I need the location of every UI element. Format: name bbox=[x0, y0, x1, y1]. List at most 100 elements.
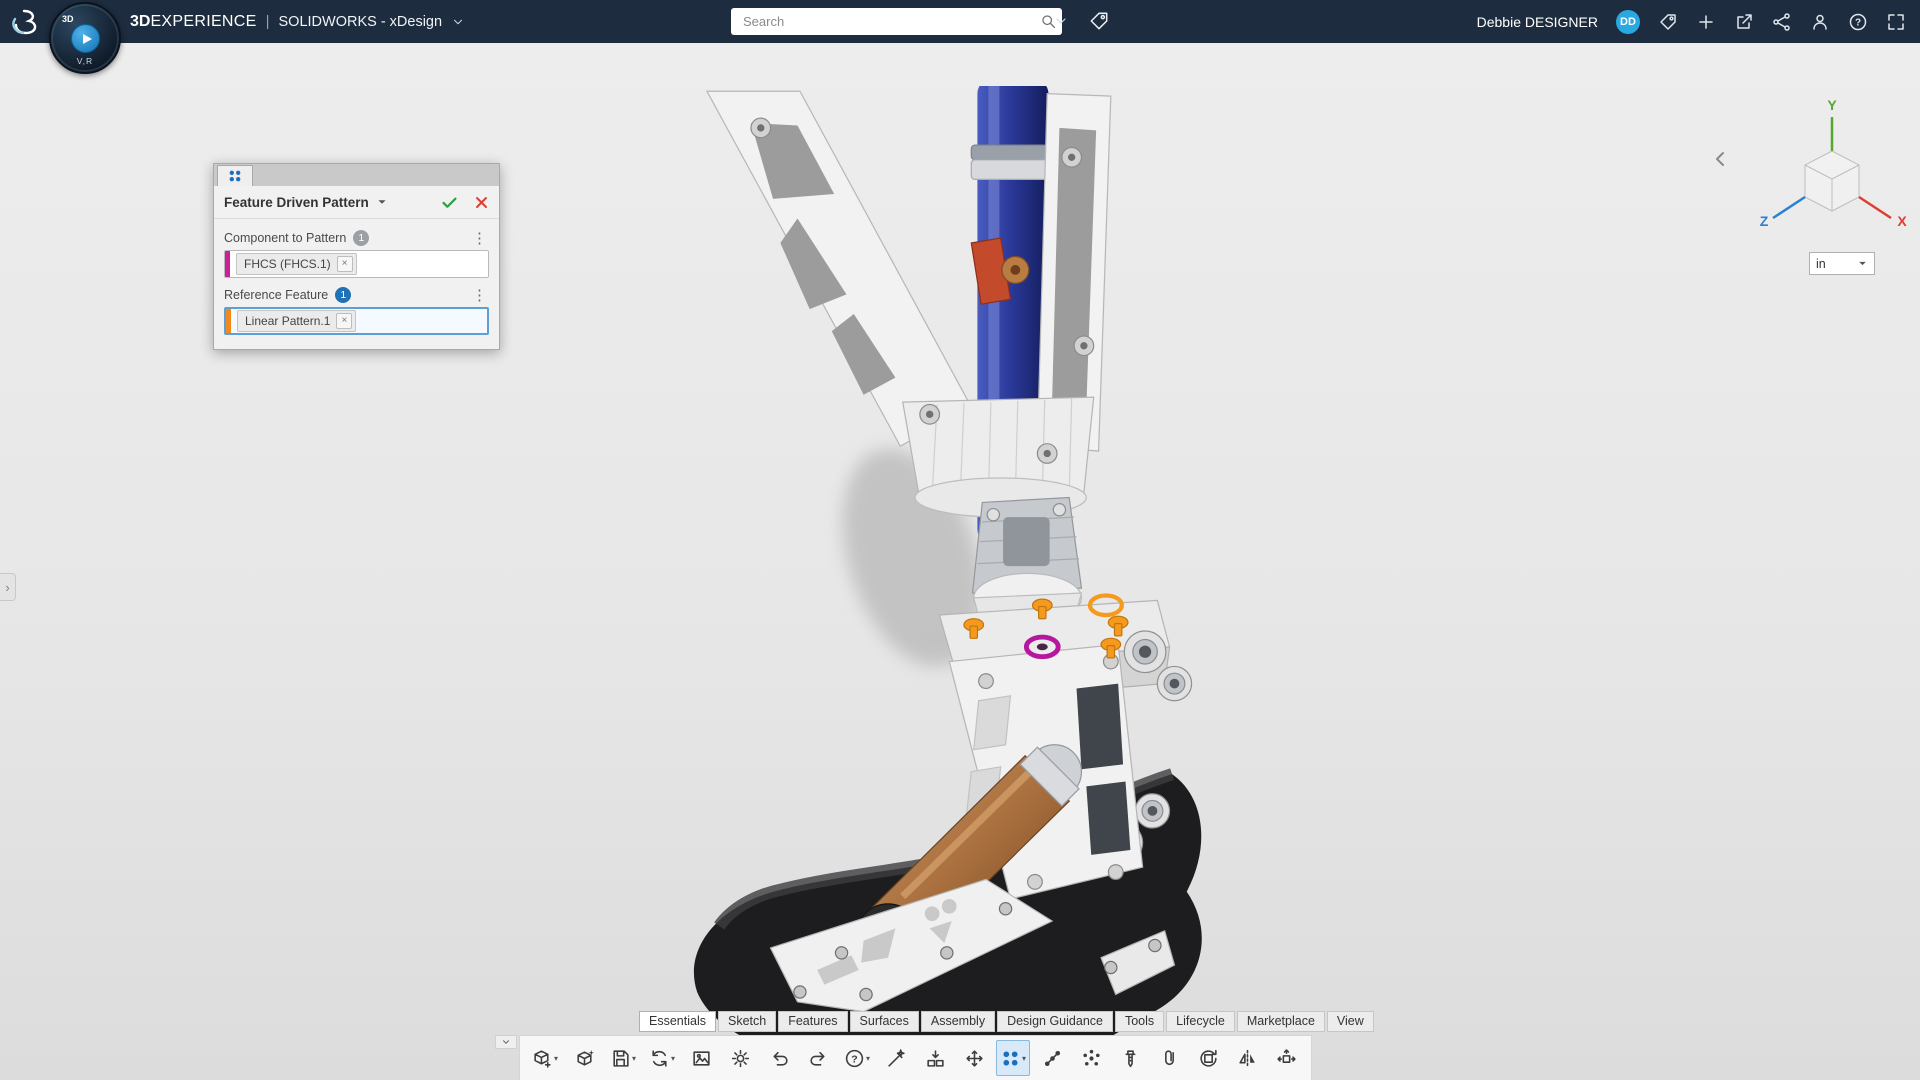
tab-surfaces[interactable]: Surfaces bbox=[850, 1011, 919, 1032]
y-axis-label: Y bbox=[1827, 97, 1837, 113]
top-expand-button[interactable] bbox=[1886, 12, 1906, 32]
top-icon-group: ? bbox=[1658, 12, 1906, 32]
top-share-button[interactable] bbox=[1734, 12, 1754, 32]
top-bar: 3DEXPERIENCE | SOLIDWORKS - xDesign Debb… bbox=[0, 0, 1920, 43]
dialog-header[interactable]: Feature Driven Pattern bbox=[214, 186, 499, 219]
units-value: in bbox=[1816, 257, 1826, 271]
tag-icon bbox=[1088, 10, 1110, 32]
toolbar-smart-mate-button[interactable] bbox=[879, 1040, 913, 1076]
top-tag-button[interactable] bbox=[1658, 12, 1678, 32]
component-to-pattern-label: Component to Pattern bbox=[224, 231, 346, 245]
search-input[interactable] bbox=[741, 13, 1040, 30]
toolbar-attachment-button[interactable] bbox=[1152, 1040, 1186, 1076]
toolbar-collapse-button[interactable] bbox=[495, 1035, 517, 1049]
feature-driven-pattern-icon bbox=[1000, 1048, 1021, 1069]
toolbar-insert-component-button[interactable]: ▾ bbox=[528, 1040, 562, 1076]
toolbar-redo-button[interactable] bbox=[801, 1040, 835, 1076]
toolbar-update-button[interactable]: ▾ bbox=[645, 1040, 679, 1076]
tab-lifecycle[interactable]: Lifecycle bbox=[1166, 1011, 1235, 1032]
compass-vr-label: V,R bbox=[51, 56, 119, 66]
toolbar-move-component-button[interactable] bbox=[957, 1040, 991, 1076]
confirm-button[interactable] bbox=[441, 194, 458, 211]
tab-view[interactable]: View bbox=[1327, 1011, 1374, 1032]
help-icon: ? bbox=[1848, 12, 1868, 32]
remove-selection-button[interactable]: × bbox=[337, 256, 353, 272]
dropdown-caret-icon[interactable]: ▾ bbox=[554, 1054, 558, 1063]
reference-feature-field[interactable]: Linear Pattern.1 × bbox=[224, 307, 489, 335]
collaboration-icon bbox=[1810, 12, 1830, 32]
dialog-options-button[interactable] bbox=[376, 196, 388, 208]
svg-text:?: ? bbox=[851, 1053, 857, 1065]
dialog-tab-pattern[interactable] bbox=[217, 165, 253, 186]
user-avatar[interactable]: DD bbox=[1616, 10, 1640, 34]
tag-button[interactable] bbox=[1088, 10, 1110, 35]
view-triad[interactable]: Y X Z bbox=[1755, 95, 1915, 245]
network-icon bbox=[1772, 12, 1792, 32]
dropdown-caret-icon[interactable]: ▾ bbox=[632, 1054, 636, 1063]
toolbar-feature-driven-pattern-button[interactable]: ▾ bbox=[996, 1040, 1030, 1076]
toolbar-circular-pattern-button[interactable] bbox=[1074, 1040, 1108, 1076]
remove-selection-button[interactable]: × bbox=[336, 313, 352, 329]
toolbar-linear-pattern-button[interactable] bbox=[1035, 1040, 1069, 1076]
dropdown-caret-icon[interactable]: ▾ bbox=[866, 1054, 870, 1063]
compass-3d-label: 3D bbox=[62, 14, 74, 24]
tab-sketch[interactable]: Sketch bbox=[718, 1011, 776, 1032]
reference-row-menu-button[interactable]: ⋮ bbox=[470, 288, 489, 303]
z-axis[interactable] bbox=[1773, 197, 1805, 218]
toolbar-settings-button[interactable] bbox=[723, 1040, 757, 1076]
search-options-button[interactable] bbox=[1053, 13, 1069, 32]
tab-assembly[interactable]: Assembly bbox=[921, 1011, 995, 1032]
3d-model[interactable] bbox=[680, 86, 1243, 1078]
units-dropdown[interactable]: in bbox=[1809, 252, 1875, 275]
toolbar-new-component-button[interactable] bbox=[567, 1040, 601, 1076]
tab-essentials[interactable]: Essentials bbox=[639, 1011, 716, 1032]
brand-3d: 3D bbox=[130, 13, 150, 31]
toolbar-fastener-button[interactable] bbox=[1113, 1040, 1147, 1076]
toolbar-save-button[interactable]: ▾ bbox=[606, 1040, 640, 1076]
component-row-menu-button[interactable]: ⋮ bbox=[470, 231, 489, 246]
reference-feature-label-row: Reference Feature 1 ⋮ bbox=[224, 287, 489, 303]
dropdown-caret-icon[interactable]: ▾ bbox=[1022, 1054, 1026, 1063]
mirror-icon bbox=[1237, 1048, 1258, 1069]
triad-back-button[interactable] bbox=[1712, 150, 1730, 171]
app-switcher-caret-icon[interactable] bbox=[451, 15, 465, 29]
dropdown-caret-icon[interactable]: ▾ bbox=[671, 1054, 675, 1063]
x-axis[interactable] bbox=[1859, 197, 1891, 218]
tab-design-guidance[interactable]: Design Guidance bbox=[997, 1011, 1113, 1032]
chevron-down-icon bbox=[376, 196, 388, 208]
selection-chip[interactable]: Linear Pattern.1 × bbox=[237, 310, 356, 332]
count-badge: 1 bbox=[335, 287, 351, 303]
chevron-down-icon bbox=[1857, 258, 1868, 269]
search-box bbox=[731, 8, 1062, 35]
toolbar-mirror-button[interactable] bbox=[1230, 1040, 1264, 1076]
toolbar-rotate-component-button[interactable] bbox=[1191, 1040, 1225, 1076]
toolbar-undo-button[interactable] bbox=[762, 1040, 796, 1076]
top-collaboration-button[interactable] bbox=[1810, 12, 1830, 32]
toolbar-help-button[interactable]: ?▾ bbox=[840, 1040, 874, 1076]
svg-text:?: ? bbox=[1855, 17, 1861, 28]
cancel-button[interactable] bbox=[474, 195, 489, 210]
tab-marketplace[interactable]: Marketplace bbox=[1237, 1011, 1325, 1032]
compass-play-button[interactable] bbox=[71, 24, 100, 53]
user-name[interactable]: Debbie DESIGNER bbox=[1477, 14, 1598, 30]
top-help-button[interactable]: ? bbox=[1848, 12, 1868, 32]
tab-tools[interactable]: Tools bbox=[1115, 1011, 1164, 1032]
component-to-pattern-field[interactable]: FHCS (FHCS.1) × bbox=[224, 250, 489, 278]
tab-features[interactable]: Features bbox=[778, 1011, 847, 1032]
left-panel-expander[interactable]: › bbox=[0, 573, 16, 601]
tag-icon bbox=[1658, 12, 1678, 32]
component-to-pattern-label-row: Component to Pattern 1 ⋮ bbox=[224, 230, 489, 246]
dialog-body: Component to Pattern 1 ⋮ FHCS (FHCS.1) ×… bbox=[214, 219, 499, 349]
toolbar-exploded-view-button[interactable] bbox=[1269, 1040, 1303, 1076]
brand-divider: | bbox=[266, 13, 270, 30]
brand-experience: EXPERIENCE bbox=[150, 13, 256, 31]
toolbar-export-image-button[interactable] bbox=[684, 1040, 718, 1076]
count-badge: 1 bbox=[353, 230, 369, 246]
help-icon: ? bbox=[844, 1048, 865, 1069]
circular-pattern-icon bbox=[1081, 1048, 1102, 1069]
toolbar-mate-button[interactable] bbox=[918, 1040, 952, 1076]
selection-chip[interactable]: FHCS (FHCS.1) × bbox=[236, 253, 357, 275]
3dcompass[interactable]: 3D V,R bbox=[49, 2, 121, 74]
top-add-button[interactable] bbox=[1696, 12, 1716, 32]
top-network-button[interactable] bbox=[1772, 12, 1792, 32]
